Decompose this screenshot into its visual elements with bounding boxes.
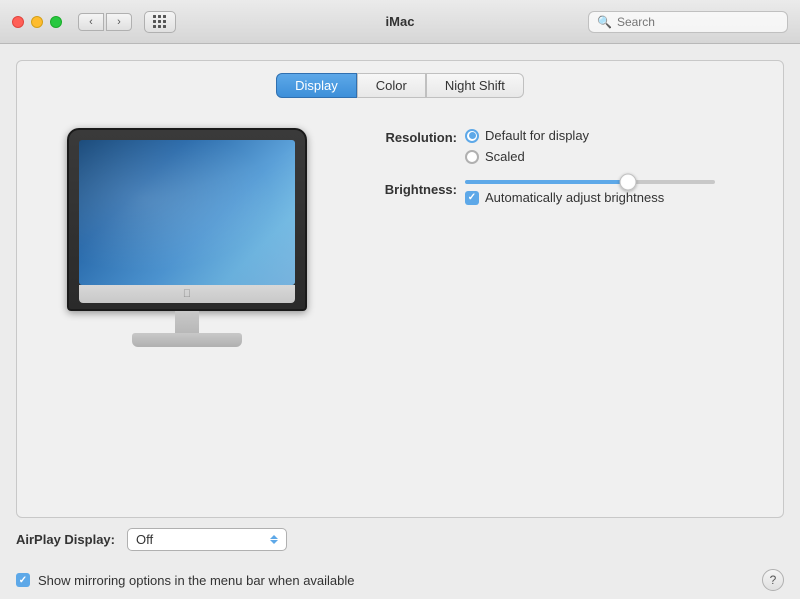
mirroring-label: Show mirroring options in the menu bar w… <box>38 573 355 588</box>
settings-area: Resolution: Default for display Scaled <box>367 118 753 221</box>
search-input[interactable] <box>617 15 779 29</box>
brightness-controls: ✓ Automatically adjust brightness <box>465 180 715 205</box>
auto-brightness-row: ✓ Automatically adjust brightness <box>465 190 715 205</box>
monitor-stand-neck <box>175 311 199 333</box>
auto-brightness-checkbox[interactable]: ✓ <box>465 191 479 205</box>
radio-default-label: Default for display <box>485 128 589 143</box>
back-button[interactable]: ‹ <box>78 13 104 31</box>
radio-default-input[interactable] <box>465 129 479 143</box>
chevron-down-icon <box>270 540 278 544</box>
minimize-button[interactable] <box>31 16 43 28</box>
auto-brightness-label: Automatically adjust brightness <box>485 190 664 205</box>
radio-scaled: Scaled <box>465 149 589 164</box>
search-icon: 🔍 <box>597 15 612 29</box>
search-bar[interactable]: 🔍 <box>588 11 788 33</box>
brightness-slider-row <box>465 180 715 184</box>
imac-illustration:  <box>67 128 307 347</box>
apple-logo-icon:  <box>183 288 191 300</box>
help-button[interactable]: ? <box>762 569 784 591</box>
panel-body:  Resolution: Default for display <box>17 98 783 517</box>
mirroring-row: ✓ Show mirroring options in the menu bar… <box>0 561 800 599</box>
airplay-bar: AirPlay Display: Off <box>0 518 800 561</box>
nav-buttons: ‹ › <box>78 13 132 31</box>
airplay-value: Off <box>136 532 153 547</box>
settings-panel: Display Color Night Shift  <box>16 60 784 518</box>
monitor-image:  <box>47 118 327 347</box>
brightness-slider-thumb[interactable] <box>619 174 636 191</box>
brightness-row: Brightness: ✓ Automatically adjust brigh… <box>367 180 753 205</box>
window-title: iMac <box>386 14 415 29</box>
airplay-display-label: AirPlay Display: <box>16 532 115 547</box>
brightness-slider-track[interactable] <box>465 180 715 184</box>
radio-default: Default for display <box>465 128 589 143</box>
tab-display[interactable]: Display <box>276 73 357 98</box>
chevron-up-icon <box>270 535 278 539</box>
check-icon: ✓ <box>468 192 476 203</box>
monitor-screen <box>79 140 295 285</box>
main-content: Display Color Night Shift  <box>0 44 800 599</box>
titlebar: ‹ › iMac 🔍 <box>0 0 800 44</box>
traffic-lights <box>12 16 62 28</box>
grid-icon <box>153 15 167 29</box>
forward-button[interactable]: › <box>106 13 132 31</box>
resolution-label: Resolution: <box>367 128 457 145</box>
radio-scaled-input[interactable] <box>465 150 479 164</box>
monitor-stand-base <box>132 333 242 347</box>
resolution-row: Resolution: Default for display Scaled <box>367 128 753 164</box>
monitor-screen-outer:  <box>67 128 307 311</box>
tab-color[interactable]: Color <box>357 73 426 98</box>
resolution-controls: Default for display Scaled <box>465 128 589 164</box>
mirroring-check-icon: ✓ <box>19 575 27 586</box>
select-arrows-icon <box>270 535 278 544</box>
mirroring-checkbox[interactable]: ✓ <box>16 573 30 587</box>
close-button[interactable] <box>12 16 24 28</box>
grid-button[interactable] <box>144 11 176 33</box>
fullscreen-button[interactable] <box>50 16 62 28</box>
tab-night-shift[interactable]: Night Shift <box>426 73 524 98</box>
monitor-chin:  <box>79 285 295 303</box>
tab-bar: Display Color Night Shift <box>17 61 783 98</box>
airplay-select[interactable]: Off <box>127 528 287 551</box>
radio-scaled-label: Scaled <box>485 149 525 164</box>
brightness-label: Brightness: <box>367 180 457 197</box>
